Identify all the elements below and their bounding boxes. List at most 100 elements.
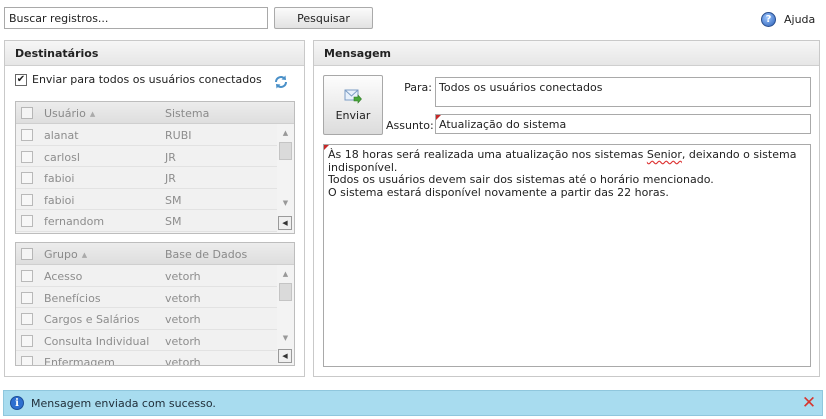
column-header-user-label: Usuário: [44, 107, 86, 120]
sort-asc-icon: ▲: [81, 250, 88, 259]
groups-scrollbar[interactable]: ▲ ▼ ◀: [277, 265, 294, 365]
scroll-thumb[interactable]: [279, 142, 292, 160]
table-row[interactable]: fabioi JR: [16, 167, 278, 189]
scroll-up-icon[interactable]: ▲: [277, 126, 294, 140]
group-name: Acesso: [44, 270, 83, 283]
message-line-1: Às 18 horas será realizada uma atualizaç…: [328, 148, 806, 174]
user-system: SM: [165, 215, 182, 228]
user-system: SM: [165, 193, 182, 207]
column-header-system[interactable]: Sistema: [165, 107, 209, 120]
table-row[interactable]: Consulta Individual vetorh: [16, 329, 278, 351]
scroll-down-icon[interactable]: ▼: [277, 331, 294, 345]
table-row[interactable]: Enfermagem vetorh: [16, 351, 278, 366]
users-grid-header: Usuário ▲ Sistema: [16, 102, 294, 124]
help-icon: ?: [761, 11, 776, 27]
group-database: vetorh: [165, 356, 201, 366]
status-message: Mensagem enviada com sucesso.: [31, 397, 216, 410]
user-system: RUBI: [165, 129, 192, 142]
table-row[interactable]: Acesso vetorh: [16, 265, 278, 287]
column-header-user[interactable]: Usuário ▲: [44, 107, 95, 120]
user-name: fabioi: [44, 193, 75, 207]
required-marker-icon: [324, 145, 329, 150]
group-database: vetorh: [165, 334, 201, 348]
groups-grid-header: Grupo ▲ Base de Dados: [16, 243, 294, 265]
message-line-3: O sistema estará disponível novamente a …: [328, 185, 669, 199]
row-checkbox[interactable]: [21, 334, 33, 347]
group-name: Benefícios: [44, 291, 101, 305]
table-row[interactable]: alanat RUBI: [16, 124, 278, 146]
users-grid: Usuário ▲ Sistema alanat RUBI carlosl JR…: [15, 101, 295, 234]
user-name: fernandom: [44, 215, 105, 228]
send-button-label: Enviar: [335, 109, 371, 122]
user-system: JR: [165, 150, 176, 164]
message-line-2: Todos os usuários devem sair dos sistema…: [328, 173, 714, 186]
group-name: Cargos e Salários: [44, 313, 140, 326]
column-header-group[interactable]: Grupo ▲: [44, 248, 87, 261]
column-header-database[interactable]: Base de Dados: [165, 248, 247, 261]
search-input[interactable]: [4, 7, 268, 29]
row-checkbox[interactable]: [21, 193, 33, 206]
row-checkbox[interactable]: [21, 291, 33, 304]
misspelled-word: Senior: [646, 148, 682, 161]
send-mail-icon: [344, 89, 362, 104]
table-row[interactable]: fernandom SM: [16, 210, 278, 232]
groups-rows: Acesso vetorh Benefícios vetorh Cargos e…: [16, 265, 278, 366]
send-all-checkbox[interactable]: ✔: [15, 73, 27, 86]
info-icon: i: [10, 396, 24, 410]
scroll-left-icon[interactable]: ◀: [278, 349, 292, 363]
required-marker-icon: [436, 115, 441, 120]
row-checkbox[interactable]: [21, 215, 33, 227]
status-notification: i Mensagem enviada com sucesso. ✕: [3, 390, 823, 416]
user-name: carlosl: [44, 150, 80, 164]
select-all-groups-checkbox[interactable]: [21, 248, 33, 260]
select-all-users-checkbox[interactable]: [21, 107, 33, 119]
send-button[interactable]: Enviar: [323, 75, 383, 135]
refresh-icon[interactable]: [273, 74, 289, 90]
search-button[interactable]: Pesquisar: [274, 7, 373, 29]
message-panel-title: Mensagem: [314, 41, 819, 66]
help-label: Ajuda: [784, 12, 816, 26]
scroll-thumb[interactable]: [279, 283, 292, 301]
group-database: vetorh: [165, 291, 201, 305]
group-name: Consulta Individual: [44, 334, 150, 348]
scroll-left-icon[interactable]: ◀: [278, 216, 292, 230]
table-row[interactable]: Benefícios vetorh: [16, 286, 278, 308]
group-database: vetorh: [165, 313, 201, 326]
scroll-up-icon[interactable]: ▲: [277, 267, 294, 281]
groups-grid: Grupo ▲ Base de Dados Acesso vetorh Bene…: [15, 242, 295, 366]
column-header-group-label: Grupo: [44, 248, 78, 261]
user-name: alanat: [44, 129, 79, 142]
to-value: Todos os usuários conectados: [439, 81, 603, 94]
user-name: fabioi: [44, 172, 75, 185]
recipients-panel: Destinatários ✔ Enviar para todos os usu…: [4, 40, 305, 377]
row-checkbox[interactable]: [21, 270, 33, 282]
users-rows: alanat RUBI carlosl JR fabioi JR fabioi …: [16, 124, 278, 232]
subject-value: Atualização do sistema: [439, 118, 567, 131]
user-system: JR: [165, 172, 176, 185]
row-checkbox[interactable]: [21, 129, 33, 141]
scroll-down-icon[interactable]: ▼: [277, 196, 294, 210]
to-label: Para:: [404, 81, 432, 94]
subject-label: Assunto:: [386, 119, 434, 132]
row-checkbox[interactable]: [21, 172, 33, 184]
table-row[interactable]: Cargos e Salários vetorh: [16, 308, 278, 330]
send-all-option[interactable]: ✔ Enviar para todos os usuários conectad…: [15, 73, 262, 86]
message-body-field[interactable]: Às 18 horas será realizada uma atualizaç…: [323, 144, 811, 367]
to-field[interactable]: Todos os usuários conectados: [435, 77, 811, 107]
group-name: Enfermagem: [44, 356, 115, 366]
close-icon[interactable]: ✕: [800, 394, 818, 412]
message-panel: Mensagem Enviar Para: Todos os usuários …: [313, 40, 820, 377]
send-all-label: Enviar para todos os usuários conectados: [32, 73, 262, 86]
row-checkbox[interactable]: [21, 150, 33, 163]
table-row[interactable]: fabioi SM: [16, 188, 278, 210]
recipients-panel-title: Destinatários: [5, 41, 304, 66]
table-row[interactable]: carlosl JR: [16, 145, 278, 167]
message-text: Às 18 horas será realizada uma atualizaç…: [328, 148, 647, 161]
subject-field[interactable]: Atualização do sistema: [435, 114, 811, 134]
help-link[interactable]: ? Ajuda: [761, 10, 815, 28]
row-checkbox[interactable]: [21, 313, 33, 325]
group-database: vetorh: [165, 270, 201, 283]
users-scrollbar[interactable]: ▲ ▼ ◀: [277, 124, 294, 233]
row-checkbox[interactable]: [21, 356, 33, 365]
sort-asc-icon: ▲: [89, 109, 96, 118]
